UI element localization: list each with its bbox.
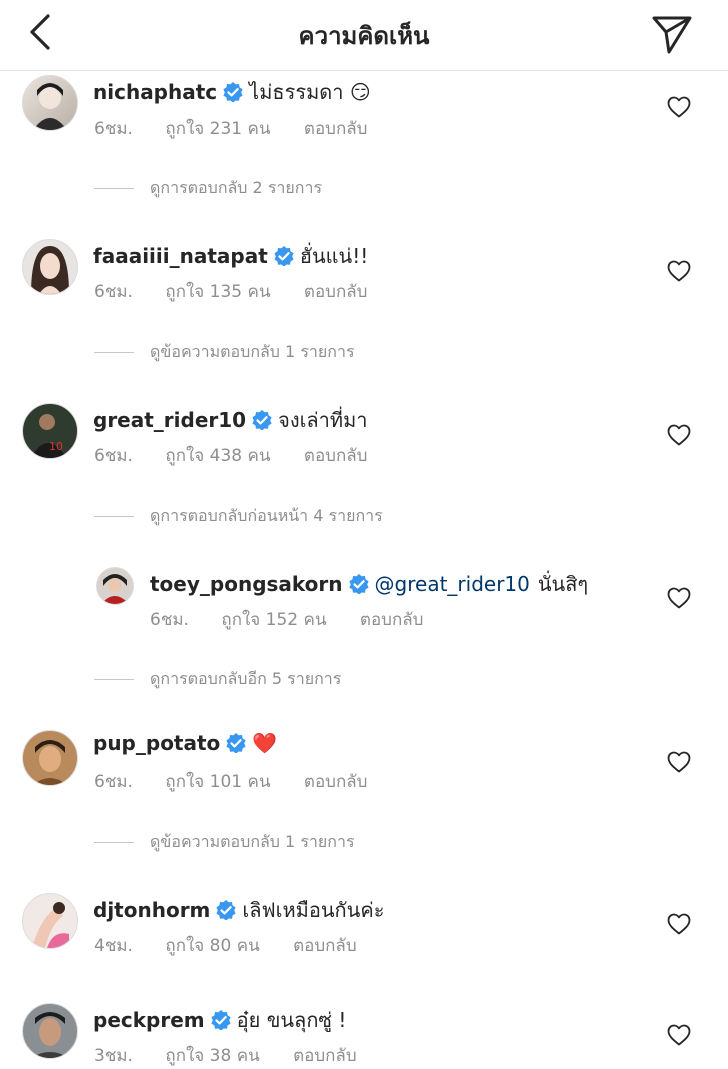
reply-button[interactable]: ตอบกลับ [304, 115, 368, 142]
reply-button[interactable]: ตอบกลับ [293, 1042, 357, 1069]
comment-time: 4ชม. [94, 936, 133, 956]
reply-button[interactable]: ตอบกลับ [360, 606, 424, 633]
divider-line [94, 516, 134, 517]
comment-text: เลิฟเหมือนกันค่ะ [242, 898, 385, 922]
comment-time: 6ชม. [94, 282, 133, 302]
divider-line [94, 352, 134, 353]
like-count[interactable]: ถูกใจ 231 คน [165, 115, 270, 142]
top-bar: ความคิดเห็น [0, 0, 728, 71]
paper-plane-icon [652, 16, 692, 54]
share-button[interactable] [650, 12, 694, 56]
heart-icon[interactable] [667, 913, 691, 935]
username[interactable]: great_rider10 [93, 408, 246, 432]
avatar-photo [31, 1012, 69, 1058]
like-count[interactable]: ถูกใจ 152 คน [221, 606, 326, 633]
like-count[interactable]: ถูกใจ 80 คน [165, 932, 259, 959]
avatar[interactable] [22, 239, 78, 295]
comment-text: ฮั่นแน่!! [299, 244, 369, 268]
username[interactable]: peckprem [93, 1008, 205, 1032]
verified-badge-icon [211, 1010, 231, 1030]
comment-time: 6ชม. [94, 446, 133, 466]
avatar-photo [101, 574, 129, 604]
comment-time: 6ชม. [94, 119, 133, 139]
page-title: ความคิดเห็น [298, 22, 430, 50]
username[interactable]: nichaphatc [93, 80, 217, 104]
comment-text: ❤️ [252, 731, 278, 755]
view-replies-button[interactable]: ดูข้อความตอบกลับ 1 รายการ [94, 340, 355, 365]
username[interactable]: faaaiiii_natapat [93, 244, 268, 268]
avatar-photo [31, 246, 69, 294]
avatar[interactable] [22, 1003, 78, 1059]
heart-icon[interactable] [667, 587, 691, 609]
heart-icon[interactable] [667, 260, 691, 282]
like-count[interactable]: ถูกใจ 38 คน [165, 1042, 259, 1069]
avatar[interactable]: 10 [22, 403, 78, 459]
reply-button[interactable]: ตอบกลับ [293, 932, 357, 959]
view-replies-label: ดูการตอบกลับก่อนหน้า 4 รายการ [150, 506, 383, 525]
username[interactable]: pup_potato [93, 731, 220, 755]
verified-badge-icon [216, 900, 237, 920]
avatar[interactable] [22, 730, 78, 786]
username[interactable]: toey_pongsakorn [150, 572, 343, 596]
like-count[interactable]: ถูกใจ 101 คน [165, 768, 270, 795]
view-replies-button[interactable]: ดูข้อความตอบกลับ 1 รายการ [94, 830, 355, 855]
like-count[interactable]: ถูกใจ 438 คน [165, 442, 270, 469]
view-replies-button[interactable]: ดูการตอบกลับก่อนหน้า 4 รายการ [94, 504, 383, 529]
comment-time: 6ชม. [94, 772, 133, 792]
view-replies-button[interactable]: ดูการตอบกลับ 2 รายการ [94, 176, 322, 201]
reply-button[interactable]: ตอบกลับ [304, 768, 368, 795]
heart-icon[interactable] [667, 751, 691, 773]
divider-line [94, 188, 134, 189]
avatar-photo [33, 740, 67, 785]
avatar[interactable] [96, 567, 134, 605]
verified-badge-icon [274, 246, 294, 266]
comment-time: 3ชม. [94, 1046, 133, 1066]
view-replies-label: ดูข้อความตอบกลับ 1 รายการ [150, 342, 355, 361]
like-count[interactable]: ถูกใจ 135 คน [165, 278, 270, 305]
heart-icon[interactable] [667, 424, 691, 446]
avatar-photo: 10 [31, 414, 67, 458]
username[interactable]: djtonhorm [93, 898, 210, 922]
verified-badge-icon [223, 82, 243, 102]
comment-text: นั่นสิๆ [537, 572, 589, 596]
heart-icon[interactable] [667, 1024, 691, 1046]
verified-badge-icon [252, 410, 272, 430]
mention-link[interactable]: @great_rider10 [375, 572, 530, 596]
comment-time: 6ชม. [150, 610, 189, 630]
comment-text: ไม่ธรรมดา 😏 [249, 80, 371, 104]
comment-text: จงเล่าที่มา [278, 408, 368, 432]
heart-icon[interactable] [667, 96, 691, 118]
view-replies-label: ดูการตอบกลับอีก 5 รายการ [150, 669, 342, 688]
reply-button[interactable]: ตอบกลับ [304, 278, 368, 305]
view-replies-label: ดูข้อความตอบกลับ 1 รายการ [150, 832, 355, 851]
comment-text: อุ๋ย ขนลุกซู่ ! [236, 1008, 347, 1032]
view-replies-label: ดูการตอบกลับ 2 รายการ [150, 178, 323, 197]
avatar-photo [33, 902, 69, 948]
avatar-photo [33, 83, 67, 130]
svg-text:10: 10 [49, 440, 63, 453]
avatar[interactable] [22, 75, 78, 131]
reply-button[interactable]: ตอบกลับ [304, 442, 368, 469]
divider-line [94, 842, 134, 843]
avatar[interactable] [22, 893, 78, 949]
divider-line [94, 679, 134, 680]
view-replies-button[interactable]: ดูการตอบกลับอีก 5 รายการ [94, 667, 341, 692]
verified-badge-icon [348, 574, 369, 594]
verified-badge-icon [226, 733, 246, 753]
